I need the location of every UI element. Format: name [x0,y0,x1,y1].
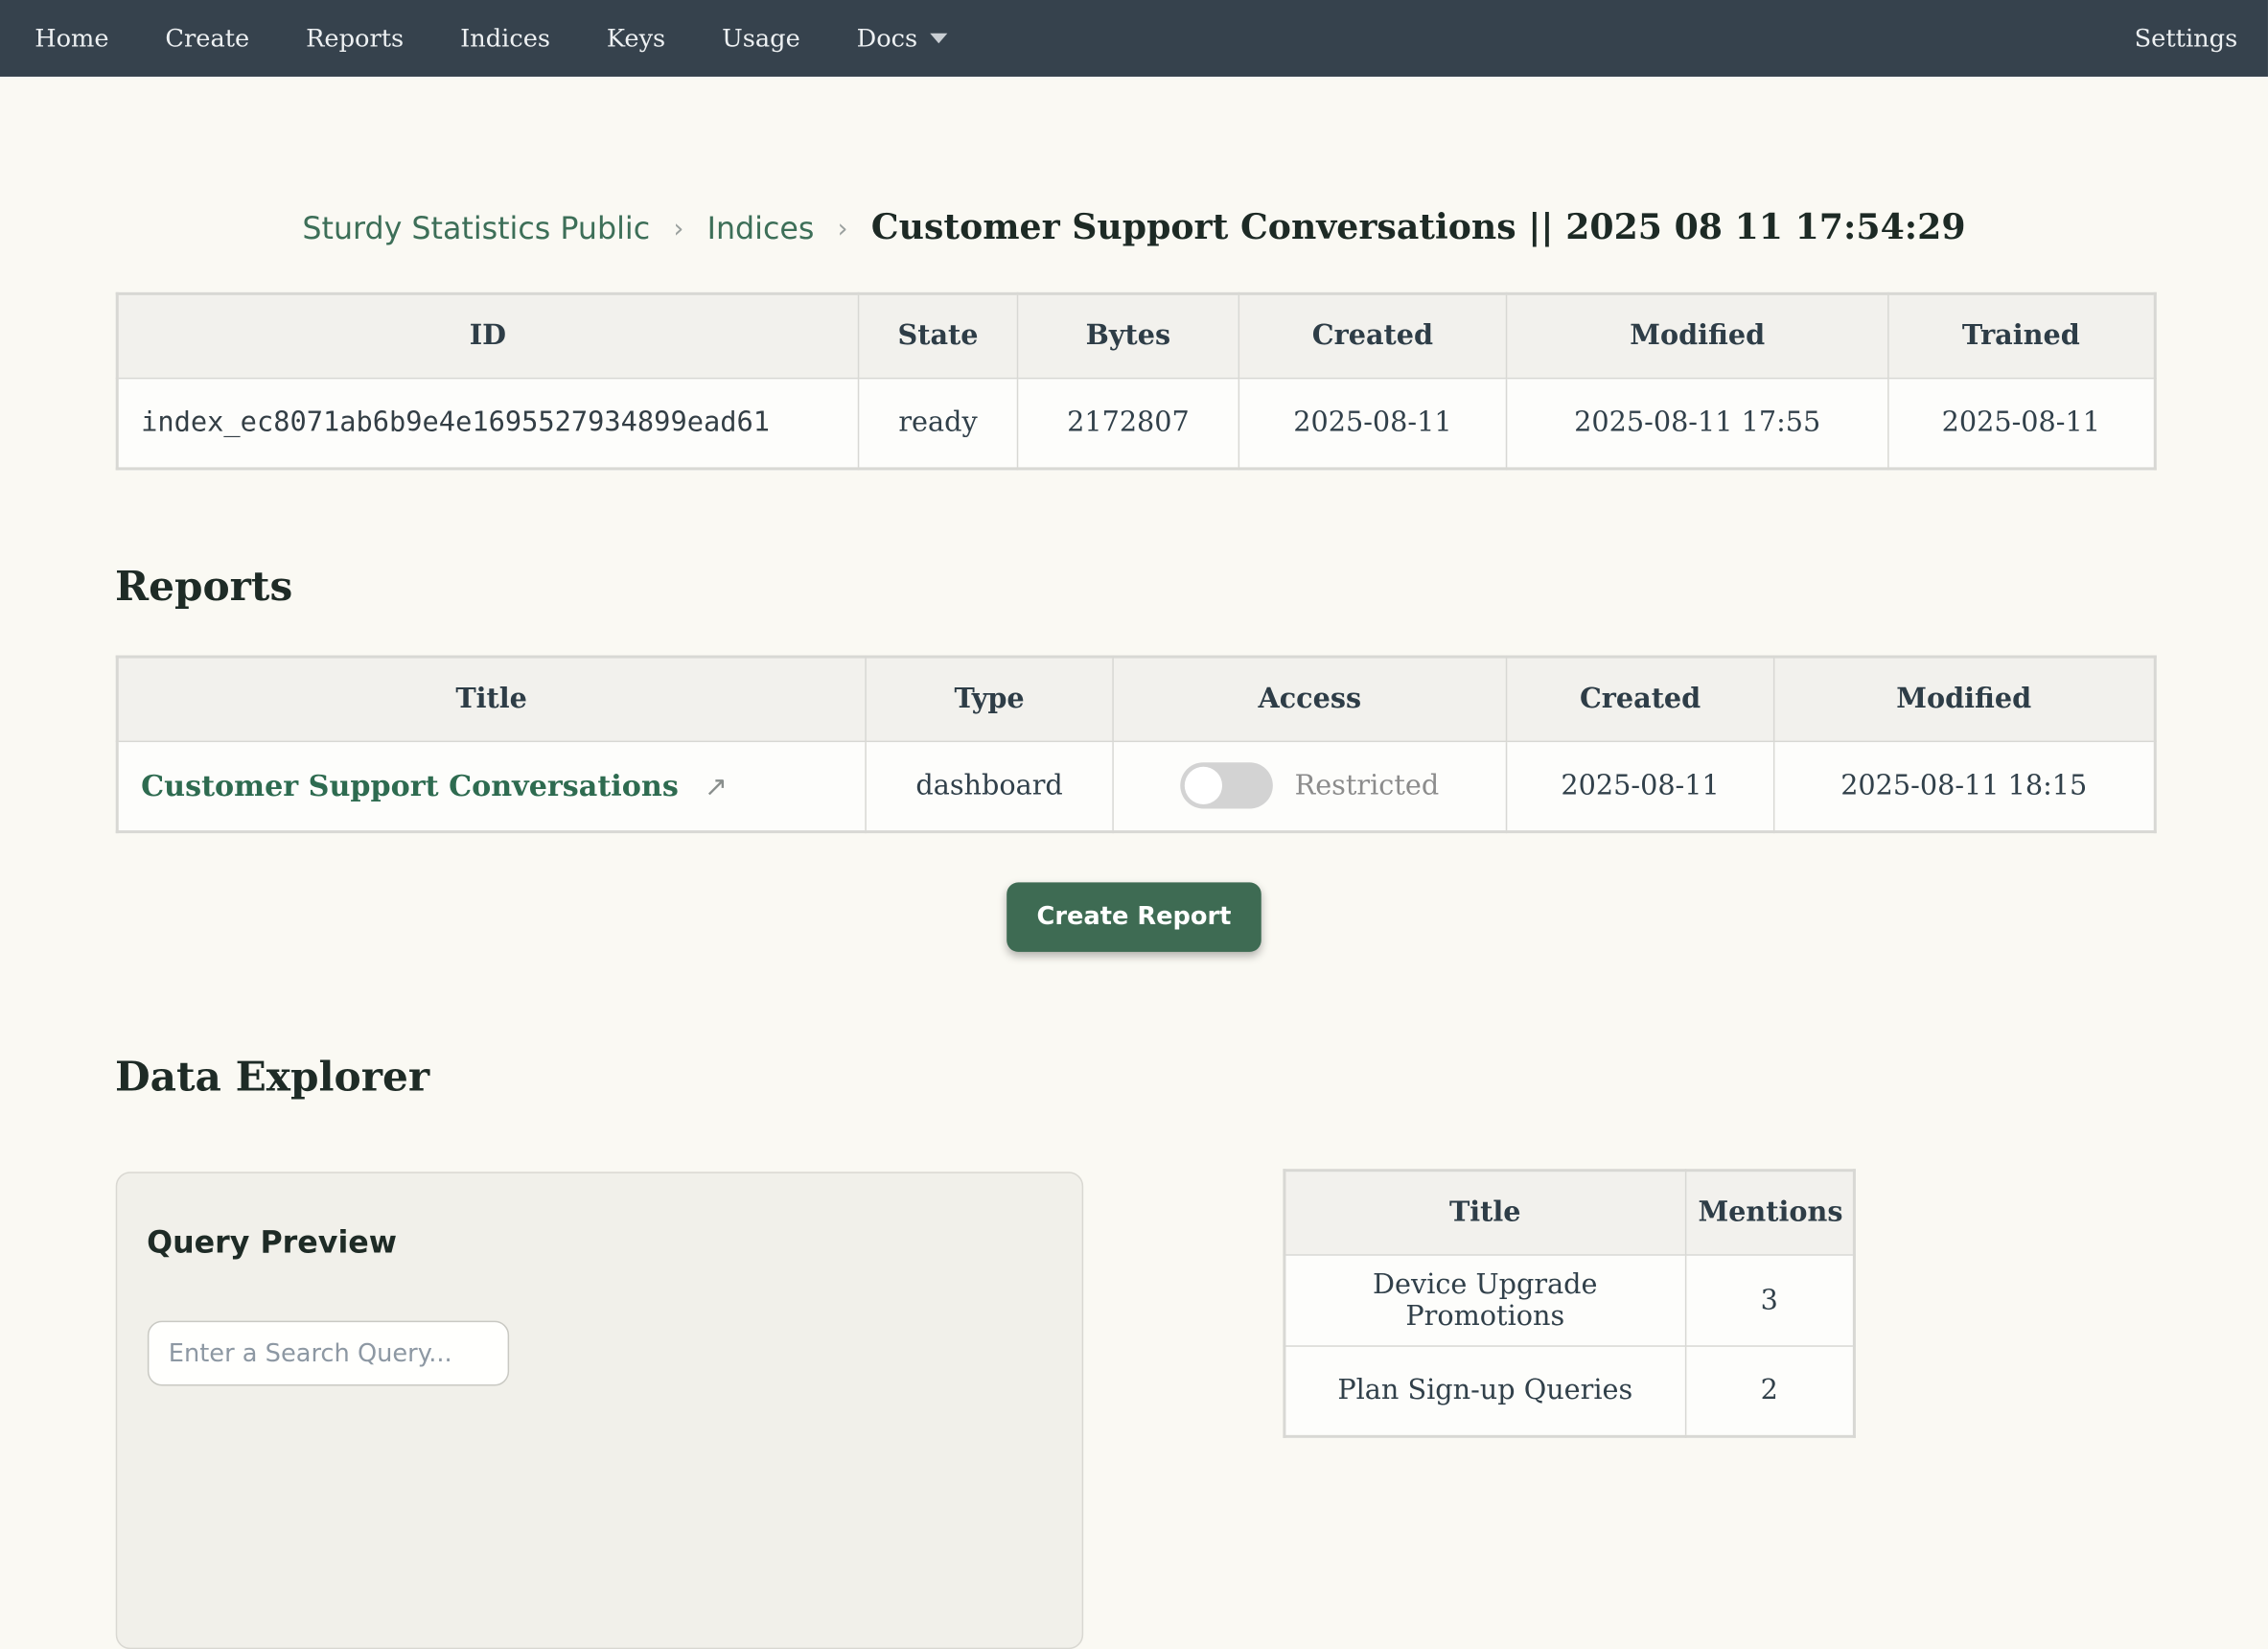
topic-row: Plan Sign-up Queries 2 [1284,1345,1854,1436]
nav-item-indices[interactable]: Indices [460,24,550,53]
create-report-button[interactable]: Create Report [1007,882,1261,951]
report-title-link[interactable]: Customer Support Conversations [141,769,679,803]
report-row: Customer Support Conversations ↗ dashboa… [116,741,2154,832]
nav-item-reports[interactable]: Reports [306,24,404,53]
col-header-access: Access [1113,657,1506,741]
col-header-title: Title [116,657,866,741]
navbar: Home Create Reports Indices Keys Usage D… [0,0,2268,77]
nav-item-docs-label: Docs [857,24,918,53]
page-title: Customer Support Conversations || 2025 0… [871,205,1966,247]
reports-table: Title Type Access Created Modified Custo… [115,656,2156,834]
col-header-id: ID [116,293,858,378]
breadcrumb: Sturdy Statistics Public › Indices › Cus… [0,205,2268,247]
col-header-topic-title: Title [1284,1171,1685,1255]
col-header-created: Created [1238,293,1506,378]
index-table-row: index_ec8071ab6b9e4e1695527934899ead61 r… [116,378,2154,469]
toggle-knob [1185,767,1222,804]
col-header-report-modified: Modified [1774,657,2155,741]
nav-item-usage[interactable]: Usage [722,24,800,53]
nav-items: Home Create Reports Indices Keys Usage D… [35,24,948,53]
cell-topic-title: Plan Sign-up Queries [1284,1345,1685,1436]
cell-report-created: 2025-08-11 [1507,741,1774,832]
nav-item-settings[interactable]: Settings [2135,24,2238,53]
query-preview-panel: Query Preview [115,1172,1082,1649]
col-header-state: State [859,293,1018,378]
nav-item-home[interactable]: Home [35,24,108,53]
page: Home Create Reports Indices Keys Usage D… [0,0,2268,1424]
cell-index-state: ready [859,378,1018,469]
chevron-down-icon [931,34,948,44]
col-header-report-created: Created [1507,657,1774,741]
reports-heading: Reports [115,563,2153,611]
topic-row: Device Upgrade Promotions 3 [1284,1254,1854,1345]
cell-topic-mentions: 3 [1686,1254,1854,1345]
breadcrumb-separator-icon: › [838,214,848,244]
breadcrumb-link-indices[interactable]: Indices [707,211,815,245]
cell-index-id: index_ec8071ab6b9e4e1695527934899ead61 [116,378,858,469]
col-header-trained: Trained [1888,293,2155,378]
cell-index-trained: 2025-08-11 [1888,378,2155,469]
col-header-topic-mentions: Mentions [1686,1171,1854,1255]
nav-item-create[interactable]: Create [165,24,249,53]
cell-report-type: dashboard [866,741,1113,832]
col-header-modified: Modified [1507,293,1888,378]
external-link-icon[interactable]: ↗ [705,772,728,803]
col-header-bytes: Bytes [1018,293,1239,378]
access-toggle[interactable] [1180,763,1273,809]
access-label: Restricted [1295,770,1440,801]
access-control: Restricted [1125,763,1494,809]
cell-topic-title: Device Upgrade Promotions [1284,1254,1685,1345]
nav-item-docs[interactable]: Docs [857,24,948,53]
breadcrumb-link-root[interactable]: Sturdy Statistics Public [302,211,650,245]
reports-table-header-row: Title Type Access Created Modified [116,657,2154,741]
search-input[interactable] [147,1321,508,1386]
cell-report-modified: 2025-08-11 18:15 [1774,741,2155,832]
breadcrumb-separator-icon: › [673,214,683,244]
data-explorer-heading: Data Explorer [115,1053,2153,1101]
topics-table: Title Mentions Device Upgrade Promotions… [1283,1169,1856,1438]
cell-index-bytes: 2172807 [1018,378,1239,469]
cell-index-modified: 2025-08-11 17:55 [1507,378,1888,469]
cell-index-created: 2025-08-11 [1238,378,1506,469]
col-header-type: Type [866,657,1113,741]
index-table-header-row: ID State Bytes Created Modified Trained [116,293,2154,378]
data-explorer-section: Query Preview Title Mentions Device Upgr… [115,1172,2153,1649]
nav-item-keys[interactable]: Keys [607,24,665,53]
topics-table-header-row: Title Mentions [1284,1171,1854,1255]
query-preview-title: Query Preview [147,1225,1051,1260]
index-table: ID State Bytes Created Modified Trained … [115,292,2156,471]
cell-topic-mentions: 2 [1686,1345,1854,1436]
